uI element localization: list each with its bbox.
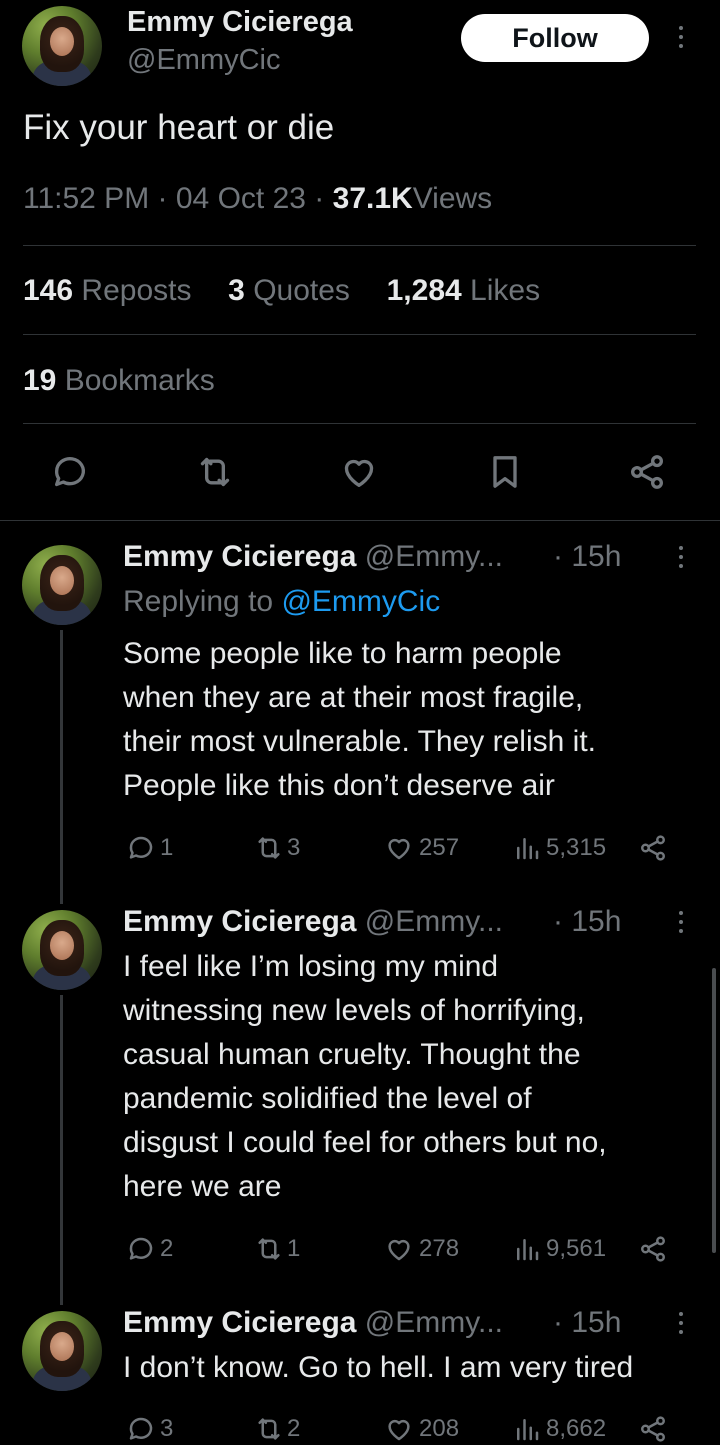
divider [23,334,696,335]
like-icon [388,1419,410,1441]
reply-handle[interactable]: @Emmy... [365,1306,503,1339]
divider [23,245,696,246]
repost-icon [258,1418,280,1440]
reply-avatar[interactable] [22,910,102,990]
author-handle[interactable]: @EmmyCic [127,44,280,77]
share-button[interactable] [637,833,669,863]
reply-time[interactable]: · 15h [553,905,621,939]
reply-text: I don’t know. Go to hell. I am very tire… [123,1351,634,1384]
views-label: Views [412,182,493,215]
like-icon [388,838,410,860]
meta-separator: · [314,182,325,215]
reply-time[interactable]: · 15h [553,540,621,574]
like-button[interactable]: 257 [383,833,459,863]
reply-actions: 1 3 257 5,315 [126,832,676,864]
reply-icon [129,836,153,859]
views-button[interactable]: 5,315 [512,833,606,863]
reply-display-name[interactable]: Emmy Cicierega [123,540,356,573]
like-button[interactable]: 208 [383,1414,459,1444]
share-icon [641,1416,665,1442]
reply-header: Emmy Cicierega @Emmy... [123,1306,503,1340]
meta-separator: · [157,182,168,215]
views-button[interactable]: 8,662 [512,1414,606,1444]
reply-text: I feel like I’m losing my mind witnessin… [123,950,607,1203]
reply-handle[interactable]: @Emmy... [365,540,503,573]
tweet-text: Fix your heart or die [23,108,335,147]
share-icon [641,1236,665,1262]
more-icon[interactable] [678,911,684,933]
repost-icon [258,837,280,859]
scrollbar[interactable] [712,968,716,1253]
author-avatar[interactable] [22,6,102,86]
share-icon[interactable] [627,452,667,492]
repost-button[interactable]: 1 [253,1234,300,1264]
views-icon [517,1239,539,1261]
reposts-stat[interactable]: 146 Reposts [23,274,191,307]
share-button[interactable] [637,1414,669,1444]
reply-avatar[interactable] [22,545,102,625]
views-icon [517,838,539,860]
follow-button[interactable]: Follow [461,14,649,62]
views-button[interactable]: 9,561 [512,1234,606,1264]
reply-time[interactable]: · 15h [553,1306,621,1340]
reply-actions: 3 2 208 8,662 [126,1413,676,1445]
divider [23,423,696,424]
reply-button[interactable]: 3 [126,1414,173,1444]
reply-button[interactable]: 1 [126,833,173,863]
bookmark-icon[interactable] [485,452,525,492]
reply-actions: 2 1 278 9,561 [126,1233,676,1265]
bookmarks-stat[interactable]: 19 Bookmarks [23,364,215,398]
reply-display-name[interactable]: Emmy Cicierega [123,905,356,938]
tweet-date[interactable]: 04 Oct 23 [176,182,306,215]
like-icon[interactable] [338,452,380,492]
reply-display-name[interactable]: Emmy Cicierega [123,1306,356,1339]
replying-to-handle[interactable]: @EmmyCic [281,585,440,618]
likes-stat[interactable]: 1,284 Likes [387,274,540,307]
more-icon[interactable] [678,546,684,568]
more-icon[interactable] [678,1312,684,1334]
like-button[interactable]: 278 [383,1234,459,1264]
thread-line [60,995,63,1305]
reply-header: Emmy Cicierega @Emmy... [123,540,503,574]
reply-icon[interactable] [50,452,90,492]
replying-to: Replying to @EmmyCic [123,585,441,618]
reply-handle[interactable]: @Emmy... [365,905,503,938]
reply-button[interactable]: 2 [126,1234,173,1264]
views-count: 37.1K [332,182,413,215]
tweet-time[interactable]: 11:52 PM [23,182,149,215]
repost-icon[interactable] [194,452,236,492]
reply-avatar[interactable] [22,1311,102,1391]
more-icon[interactable] [678,26,684,48]
reply-icon [129,1237,153,1260]
share-icon [641,835,665,861]
share-button[interactable] [637,1234,669,1264]
reply-header: Emmy Cicierega @Emmy... [123,905,503,939]
repost-button[interactable]: 3 [253,833,300,863]
divider [0,520,720,521]
like-icon [388,1239,410,1261]
thread-line [60,630,63,904]
repost-button[interactable]: 2 [253,1414,300,1444]
reply-text: Some people like to harm people when the… [123,637,596,802]
tweet-meta: 11:52 PM · 04 Oct 23 · 37.1KViews [23,182,492,216]
repost-icon [258,1238,280,1260]
quotes-stat[interactable]: 3 Quotes [228,274,350,307]
author-display-name[interactable]: Emmy Cicierega [127,6,353,39]
views-icon [517,1419,539,1441]
reply-icon [129,1417,153,1440]
engagement-stats: 146 Reposts 3 Quotes 1,284 Likes [23,274,540,308]
